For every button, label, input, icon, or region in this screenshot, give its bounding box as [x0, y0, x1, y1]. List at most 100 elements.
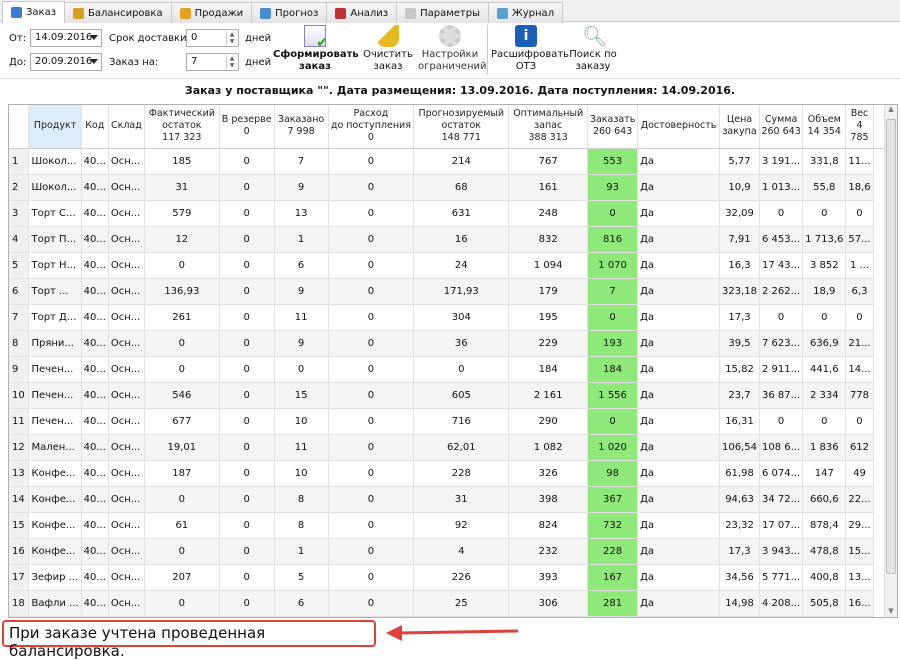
table-cell[interactable]: 16,31: [719, 408, 761, 435]
table-cell[interactable]: 3: [9, 200, 30, 227]
table-cell[interactable]: 228: [587, 538, 639, 565]
column-header[interactable]: Продукт: [28, 105, 82, 149]
table-cell[interactable]: 0: [845, 200, 874, 227]
table-cell[interactable]: Вафли ...: [28, 590, 82, 617]
table-cell[interactable]: 0: [802, 304, 847, 331]
table-cell[interactable]: 304: [413, 304, 510, 331]
table-cell[interactable]: 19,01: [144, 434, 220, 461]
table-cell[interactable]: Конфе...: [28, 538, 82, 565]
table-cell[interactable]: 15...: [845, 538, 874, 565]
table-cell[interactable]: 40...: [81, 564, 109, 591]
table-cell[interactable]: 6 453...: [759, 226, 804, 253]
table-cell[interactable]: 4: [9, 226, 30, 253]
table-cell[interactable]: Осн...: [108, 174, 145, 201]
table-cell[interactable]: 15: [274, 382, 329, 409]
table-cell[interactable]: 0: [328, 226, 415, 253]
table-cell[interactable]: Осн...: [108, 304, 145, 331]
table-cell[interactable]: Осн...: [108, 148, 145, 175]
table-cell[interactable]: 9: [274, 278, 329, 305]
table-cell[interactable]: Да: [637, 512, 721, 539]
table-cell[interactable]: 290: [508, 408, 589, 435]
table-cell[interactable]: 232: [508, 538, 589, 565]
table-cell[interactable]: 1 713,6: [802, 226, 847, 253]
table-cell[interactable]: 10,9: [719, 174, 761, 201]
table-cell[interactable]: Осн...: [108, 278, 145, 305]
table-cell[interactable]: 0: [845, 304, 874, 331]
table-cell[interactable]: 878,4: [802, 512, 847, 539]
table-cell[interactable]: Осн...: [108, 460, 145, 487]
table-cell[interactable]: 0: [328, 382, 415, 409]
table-cell[interactable]: Да: [637, 148, 721, 175]
table-cell[interactable]: 832: [508, 226, 589, 253]
table-cell[interactable]: 0: [219, 434, 275, 461]
table-cell[interactable]: Осн...: [108, 538, 145, 565]
table-cell[interactable]: 40...: [81, 486, 109, 513]
table-cell[interactable]: 767: [508, 148, 589, 175]
table-cell[interactable]: 0: [328, 304, 415, 331]
table-row[interactable]: 14 Конфе... 40... Осн... 0 0 8 0 31 398 367 Да 94,63…: [9, 486, 897, 513]
table-cell[interactable]: Осн...: [108, 590, 145, 617]
vertical-scrollbar[interactable]: ▲ ▼: [884, 105, 897, 617]
table-cell[interactable]: 17 43...: [759, 252, 804, 279]
column-header[interactable]: Достоверность: [637, 105, 721, 149]
table-row[interactable]: 16 Конфе... 40... Осн... 0 0 1 0 4 232 228 Да 17,3 3 …: [9, 538, 897, 565]
table-cell[interactable]: 0: [219, 200, 275, 227]
table-cell[interactable]: Да: [637, 486, 721, 513]
decode-otz-button[interactable]: i Расшифровать ОТЗ: [491, 25, 569, 73]
tab-3[interactable]: Продажи: [170, 2, 253, 23]
table-cell[interactable]: 11: [274, 304, 329, 331]
table-cell[interactable]: Торт Д...: [28, 304, 82, 331]
table-cell[interactable]: Да: [637, 174, 721, 201]
table-cell[interactable]: 546: [144, 382, 220, 409]
table-cell[interactable]: 8: [9, 330, 30, 357]
table-cell[interactable]: Печен...: [28, 356, 82, 383]
table-cell[interactable]: 0: [219, 278, 275, 305]
table-cell[interactable]: 184: [508, 356, 589, 383]
table-cell[interactable]: 16: [9, 538, 30, 565]
table-cell[interactable]: 0: [802, 200, 847, 227]
table-cell[interactable]: 40...: [81, 356, 109, 383]
table-cell[interactable]: Да: [637, 278, 721, 305]
tab-6[interactable]: Параметры: [396, 2, 489, 23]
table-cell[interactable]: 0: [328, 564, 415, 591]
table-cell[interactable]: 441,6: [802, 356, 847, 383]
table-cell[interactable]: Мален...: [28, 434, 82, 461]
table-cell[interactable]: 4 208...: [759, 590, 804, 617]
table-cell[interactable]: 1: [274, 538, 329, 565]
tab-2[interactable]: Балансировка: [64, 2, 172, 23]
table-cell[interactable]: Конфе...: [28, 512, 82, 539]
table-cell[interactable]: 207: [144, 564, 220, 591]
table-cell[interactable]: 0: [328, 408, 415, 435]
table-cell[interactable]: 0: [144, 486, 220, 513]
table-cell[interactable]: 23,32: [719, 512, 761, 539]
table-cell[interactable]: 1: [9, 148, 30, 175]
table-cell[interactable]: 214: [413, 148, 510, 175]
table-cell[interactable]: 0: [219, 148, 275, 175]
table-row[interactable]: 8 Пряни... 40... Осн... 0 0 9 0 36 229 193 Да 39,5 7 …: [9, 330, 897, 357]
table-cell[interactable]: 68: [413, 174, 510, 201]
table-cell[interactable]: Осн...: [108, 200, 145, 227]
table-cell[interactable]: 171,93: [413, 278, 510, 305]
table-cell[interactable]: Конфе...: [28, 486, 82, 513]
column-header[interactable]: Оптимальный запас 388 313: [508, 105, 589, 149]
table-cell[interactable]: 0: [328, 538, 415, 565]
table-cell[interactable]: 306: [508, 590, 589, 617]
table-cell[interactable]: 3 943...: [759, 538, 804, 565]
table-cell[interactable]: 1 020: [587, 434, 639, 461]
table-cell[interactable]: 1: [274, 226, 329, 253]
table-cell[interactable]: 15: [9, 512, 30, 539]
table-cell[interactable]: 16,3: [719, 252, 761, 279]
table-cell[interactable]: Торт С...: [28, 200, 82, 227]
table-cell[interactable]: Торт ...: [28, 278, 82, 305]
table-cell[interactable]: 17: [9, 564, 30, 591]
constraints-settings-button[interactable]: Настройки ограничений: [418, 25, 486, 73]
table-cell[interactable]: 0: [219, 226, 275, 253]
column-header[interactable]: Сумма 260 643: [759, 105, 804, 149]
table-cell[interactable]: 13...: [845, 564, 874, 591]
table-cell[interactable]: 23,7: [719, 382, 761, 409]
table-cell[interactable]: 22...: [845, 486, 874, 513]
table-row[interactable]: 13 Конфе... 40... Осн... 187 0 10 0 228 326 98 Да 61…: [9, 460, 897, 487]
table-cell[interactable]: 0: [328, 486, 415, 513]
delivery-days-stepper[interactable]: 0 ▲ ▼: [186, 29, 239, 47]
table-row[interactable]: 12 Мален... 40... Осн... 19,01 0 11 0 62,01 1 082…: [9, 434, 897, 461]
